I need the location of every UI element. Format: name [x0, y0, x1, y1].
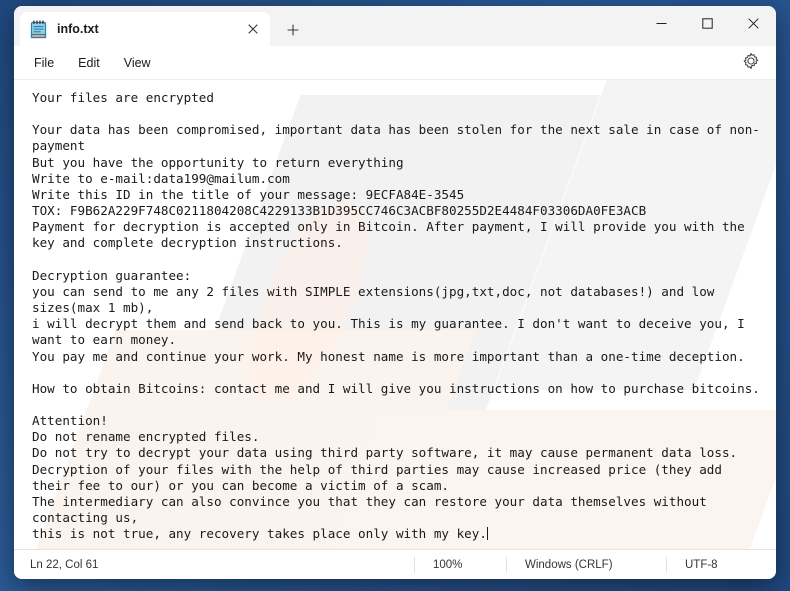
menu-item-file[interactable]: File — [22, 52, 66, 74]
status-zoom-level[interactable]: 100% — [414, 556, 506, 573]
notepad-window: info.txt File Edit View Your files are e… — [14, 6, 776, 579]
tab-info-txt[interactable]: info.txt — [20, 12, 270, 46]
title-bar: info.txt — [14, 6, 776, 46]
status-line-ending[interactable]: Windows (CRLF) — [506, 556, 666, 573]
window-controls — [638, 6, 776, 40]
editor-area[interactable]: Your files are encrypted Your data has b… — [14, 80, 776, 549]
text-editor-content[interactable]: Your files are encrypted Your data has b… — [14, 80, 776, 542]
menu-bar: File Edit View — [14, 46, 776, 80]
new-tab-button[interactable] — [276, 14, 310, 46]
close-tab-icon[interactable] — [242, 18, 264, 40]
minimize-button[interactable] — [638, 6, 684, 40]
tab-title: info.txt — [57, 22, 99, 36]
status-bar: Ln 22, Col 61 100% Windows (CRLF) UTF-8 — [14, 549, 776, 579]
tab-strip: info.txt — [14, 6, 310, 46]
status-cursor-position: Ln 22, Col 61 — [30, 558, 99, 571]
status-encoding[interactable]: UTF-8 — [666, 556, 776, 573]
text-caret — [486, 527, 488, 541]
ransom-note-text: Your files are encrypted Your data has b… — [32, 90, 760, 542]
gear-icon[interactable] — [742, 52, 764, 74]
menu-item-view[interactable]: View — [112, 52, 163, 74]
close-button[interactable] — [730, 6, 776, 40]
notepad-icon — [30, 20, 47, 39]
maximize-button[interactable] — [684, 6, 730, 40]
menu-item-edit[interactable]: Edit — [66, 52, 112, 74]
